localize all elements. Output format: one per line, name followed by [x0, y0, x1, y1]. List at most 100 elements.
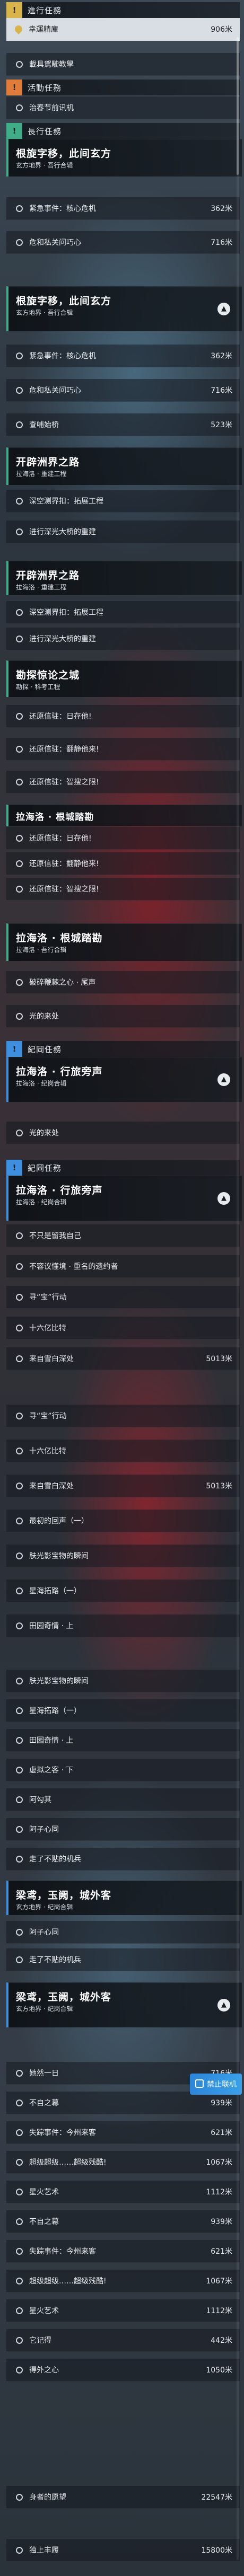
quest-row[interactable]: 还原信驻：智搜之限! — [6, 771, 240, 793]
quest-row[interactable]: 光的来处 — [6, 1005, 240, 1028]
quest-card[interactable]: 勘探惊论之城 勘探 · 科考工程 — [6, 660, 242, 697]
quest-distance: 1050米 — [206, 2366, 232, 2375]
quest-distance: 906米 — [211, 25, 232, 34]
quest-row[interactable]: 寻“宝”行动 — [6, 1405, 240, 1427]
quest-label: 超级超级……超级残酷! — [29, 2158, 107, 2167]
quest-label: 阿子心同 — [29, 1928, 59, 1937]
quest-row[interactable]: 还原信驻：智搜之限! — [6, 878, 240, 901]
quest-label: 不容议懂境 · 重名的遗约者 — [29, 1263, 118, 1271]
quest-row[interactable]: 失踪事件：今州来客 621米 — [6, 2240, 240, 2263]
quest-row[interactable]: 星海拓路（一） — [6, 1580, 240, 1602]
quest-distance: 1067米 — [206, 2277, 232, 2286]
quest-row[interactable]: 治春节前讯机 — [6, 96, 240, 119]
quest-row[interactable]: 紧急事件：核心危机 362米 — [6, 197, 240, 220]
disable-coop-button[interactable]: 禁止联机 — [190, 2074, 242, 2095]
section-title: 進行任務 — [28, 5, 62, 15]
quest-row[interactable]: 深空测界扣：拓展工程 — [6, 601, 240, 624]
quest-row[interactable]: 来自雪白深处 5013米 — [6, 1475, 240, 1497]
circle-icon — [16, 1707, 23, 1714]
quest-row[interactable]: 田园奇情 · 上 — [6, 1615, 240, 1637]
quest-distance: 1112米 — [206, 2307, 232, 2315]
quest-row[interactable]: 肤光影宝物的瞬间 — [6, 1545, 240, 1567]
quest-row[interactable]: 查哺始桥 523米 — [6, 413, 240, 436]
quest-label: 身者的愿望 — [29, 2493, 66, 2502]
quest-card[interactable]: 拉海洛 · 根城踏勘 拉海洛 · 吾行合辑 — [6, 923, 242, 961]
quest-row[interactable]: 身者的愿望 22547米 — [6, 2486, 240, 2509]
chevron-up-icon[interactable]: ▲ — [217, 1999, 230, 2012]
quest-row[interactable]: 載具駕駛教學 — [6, 53, 240, 76]
quest-distance: 716米 — [211, 239, 232, 247]
quest-row[interactable]: 得外之心 1050米 — [6, 2359, 240, 2381]
quest-row[interactable]: 进行深光大桥的重建 — [6, 628, 240, 650]
quest-row[interactable]: 阿子心同 — [6, 1818, 240, 1841]
quest-distance: 1112米 — [206, 2188, 232, 2196]
circle-icon — [16, 608, 23, 616]
quest-row[interactable]: 危和私关问巧心 716米 — [6, 231, 240, 254]
chevron-up-icon[interactable]: ▲ — [217, 1073, 230, 1086]
circle-icon — [16, 2493, 23, 2501]
quest-row[interactable]: 不自之幕 939米 — [6, 2210, 240, 2233]
quest-row[interactable]: 十六亿比特 — [6, 1440, 240, 1462]
quest-row[interactable]: 星海拓路（一） — [6, 1699, 240, 1722]
quest-row[interactable]: 它记得 442米 — [6, 2329, 240, 2352]
scrollbar-track[interactable] — [237, 37, 239, 2560]
quest-card[interactable]: 拉海洛 · 行旅旁声 拉海洛 · 纪岗合辑 ▲ — [6, 1057, 242, 1102]
quest-row[interactable]: 破碎鞭棘之心 · 尾声 — [6, 971, 240, 994]
quest-row[interactable]: 失踪事件：今州来客 621米 — [6, 2121, 240, 2144]
quest-row[interactable]: 不只是留我自己 — [6, 1224, 240, 1247]
quest-row[interactable]: 进行深光大桥的重建 — [6, 521, 240, 543]
quest-row[interactable]: 深空测界扣：拓展工程 — [6, 490, 240, 513]
quest-row[interactable]: 紧急事件：核心危机 362米 — [6, 345, 240, 367]
quest-row[interactable]: 十六亿比特 — [6, 1317, 240, 1339]
quest-card[interactable]: 拉海洛 · 行旅旁声 拉海洛 · 纪岗合辑 ▲ — [6, 1176, 242, 1221]
quest-row[interactable]: 光的来处 — [6, 1122, 240, 1144]
quest-row[interactable]: 阿子心同 — [6, 1921, 240, 1944]
quest-row[interactable]: 肤光影宝物的瞬间 — [6, 1670, 240, 1692]
quest-row[interactable]: 超级超级……超级残酷! 1067米 — [6, 2270, 240, 2292]
quest-row[interactable]: 还原信驻：翻静他来! — [6, 852, 240, 875]
quest-label: 还原信驻：翻静他来! — [29, 745, 99, 754]
quest-card-subtitle: 玄方地界 · 纪岗合辑 — [16, 2005, 73, 2013]
quest-card-subtitle: 勘探 · 科考工程 — [16, 683, 60, 691]
quest-row[interactable]: 还原信驻：日存他! — [6, 827, 240, 850]
chevron-up-icon[interactable]: ▲ — [217, 303, 230, 315]
quest-label: 田园奇情 · 上 — [29, 1736, 74, 1745]
circle-icon — [16, 2099, 23, 2106]
quest-row[interactable]: 超级超级……超级残酷! 1067米 — [6, 2151, 240, 2174]
quest-card[interactable]: 根旋字移，此间玄方 玄方地界 · 吾行合辑 — [6, 139, 242, 177]
quest-row[interactable]: 还原信驻：日存他! — [6, 705, 240, 728]
quest-card[interactable]: 开辟洲界之路 拉海洛 · 重建工程 — [6, 561, 242, 595]
quest-label: 独上丰履 — [29, 2546, 59, 2555]
quest-card[interactable]: 开辟洲界之路 拉海洛 · 重建工程 — [6, 447, 242, 485]
quest-row[interactable]: 走了不贴的机兵 — [6, 1948, 240, 1971]
quest-row[interactable]: 田园奇情 · 上 — [6, 1729, 240, 1752]
quest-row[interactable]: 寻“宝”行动 — [6, 1286, 240, 1309]
quest-row[interactable]: 危和私关问巧心 716米 — [6, 379, 240, 402]
quest-card[interactable]: 拉海洛 · 根城踏勘 — [6, 805, 242, 826]
quest-row[interactable]: 还原信驻：翻静他来! — [6, 738, 240, 761]
quest-row[interactable]: 独上丰履 15800米 — [6, 2539, 240, 2562]
chevron-up-icon[interactable]: ▲ — [217, 1192, 230, 1205]
quest-row[interactable]: 最初的回声（一） — [6, 1510, 240, 1532]
quest-card[interactable]: 根旋字移，此间玄方 玄方地界 · 吾行合辑 ▲ — [6, 286, 242, 331]
circle-icon — [16, 497, 23, 505]
quest-label: 还原信驻：日存他! — [29, 834, 92, 843]
quest-row[interactable]: 不自之幕 939米 — [6, 2092, 240, 2114]
lock-icon — [195, 2079, 204, 2088]
quest-card-title: 根旋字移，此间玄方 — [16, 148, 112, 160]
quest-row[interactable]: 不容议懂境 · 重名的遗约者 — [6, 1255, 240, 1278]
scrollbar-thumb[interactable] — [237, 37, 239, 175]
quest-card[interactable]: 梁鸢，玉阙，城外客 玄方地界 · 纪岗合辑 — [6, 1881, 242, 1915]
circle-icon — [16, 1324, 23, 1331]
quest-row[interactable]: 星火艺术 1112米 — [6, 2299, 240, 2322]
quest-row[interactable]: 来自雪白深处 5013米 — [6, 1347, 240, 1370]
quest-card[interactable]: 梁鸢，玉阙，城外客 玄方地界 · 纪岗合辑 ▲ — [6, 1982, 242, 2027]
alert-icon: ! — [6, 2, 22, 18]
quest-row-active[interactable]: 幸運精庫 906米 — [6, 18, 240, 41]
quest-row[interactable]: 虚拟之客 · 下 — [6, 1759, 240, 1781]
quest-row[interactable]: 走了不贴的机兵 — [6, 1848, 240, 1871]
quest-row[interactable]: 星火艺术 1112米 — [6, 2181, 240, 2203]
quest-label: 还原信驻：智搜之限! — [29, 778, 99, 787]
circle-icon — [16, 778, 23, 786]
quest-row[interactable]: 阿勾其 — [6, 1788, 240, 1811]
